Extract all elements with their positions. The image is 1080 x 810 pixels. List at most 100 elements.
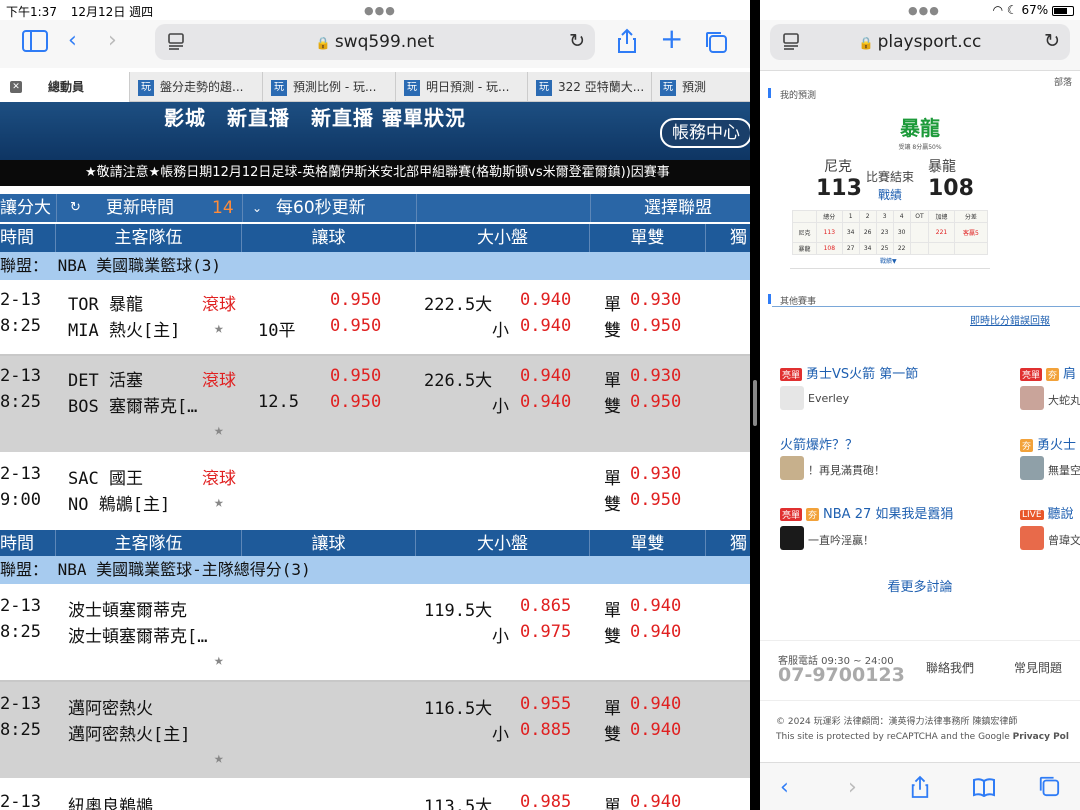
faq-link[interactable]: 常見問題	[1014, 659, 1062, 676]
share-icon[interactable]	[910, 775, 930, 805]
tab-4[interactable]: 玩 322 亞特蘭大...	[528, 72, 652, 102]
username[interactable]: 無量空	[1048, 462, 1080, 478]
refresh-label[interactable]: 更新時間	[106, 194, 174, 222]
tag-badge: 亮單	[780, 508, 803, 521]
avatar[interactable]	[1020, 526, 1044, 550]
odds-value[interactable]: 0.950	[630, 316, 681, 336]
favorite-star-icon[interactable]: ★	[214, 650, 224, 669]
odds-mode-label[interactable]: 讓分大	[0, 194, 51, 222]
odds-value[interactable]: 0.950	[330, 366, 381, 386]
refresh-icon[interactable]: ↻	[70, 194, 81, 222]
new-tab-icon[interactable]: +	[660, 25, 683, 53]
avatar[interactable]	[1020, 456, 1044, 480]
odds-value[interactable]: 0.930	[630, 366, 681, 386]
status-bar: 下午1:37 12月12日 週四	[6, 3, 163, 20]
username[interactable]: 大蛇丸	[1048, 392, 1080, 408]
post-title[interactable]: LIVE 聽說	[1020, 503, 1074, 522]
tab-label: 預測比例 - 玩...	[293, 80, 377, 94]
odds-value[interactable]: 0.940	[520, 290, 571, 310]
more-discussion-link[interactable]: 看更多討論	[760, 576, 1080, 595]
tabs-overview-icon[interactable]	[1038, 775, 1060, 803]
tab-5[interactable]: 玩預測	[652, 72, 750, 102]
favorite-star-icon[interactable]: ★	[214, 318, 224, 337]
odds-value[interactable]: 0.940	[630, 792, 681, 810]
tabs-overview-icon[interactable]	[704, 30, 728, 61]
tab-1[interactable]: 玩盤分走勢的趨...	[130, 72, 263, 102]
post-title[interactable]: 火箭爆炸？？	[780, 434, 858, 453]
address-bar[interactable]: 🔒 swq599.net ↻	[155, 24, 595, 60]
odds-value[interactable]: 0.950	[630, 392, 681, 412]
avatar[interactable]	[780, 526, 804, 550]
odds-value[interactable]: 0.940	[520, 366, 571, 386]
hotline-number[interactable]: 07-9700123	[778, 664, 905, 686]
odds-value[interactable]: 0.865	[520, 596, 571, 616]
reload-icon[interactable]: ↻	[1044, 30, 1060, 52]
tab-2[interactable]: 玩預測比例 - 玩...	[263, 72, 396, 102]
odds-value[interactable]: 0.985	[520, 792, 571, 810]
odds-value[interactable]: 0.940	[630, 694, 681, 714]
odds-value[interactable]: 0.940	[520, 316, 571, 336]
odds-value[interactable]: 0.975	[520, 622, 571, 642]
forward-icon[interactable]: ›	[108, 28, 117, 54]
post-title[interactable]: 亮單 勇士VS火箭 第一節	[780, 363, 918, 382]
tag-badge: 亮單	[780, 368, 803, 381]
username[interactable]: 曾瑋文	[1048, 532, 1080, 548]
post-title[interactable]: 亮單夯 NBA 27 如果我是囂狷	[780, 503, 953, 522]
multitask-dots[interactable]: ●●●	[908, 4, 940, 17]
split-divider[interactable]	[750, 0, 760, 810]
odds-value[interactable]: 0.940	[630, 596, 681, 616]
close-tab-icon[interactable]: ✕	[10, 81, 22, 93]
tab-3[interactable]: 玩明日預測 - 玩...	[396, 72, 528, 102]
username[interactable]: Everley	[808, 392, 849, 405]
username[interactable]: ！再見滿貫砲！	[808, 462, 885, 478]
banner-nav[interactable]: 影城 新直播 新直播 審單狀況	[164, 102, 466, 131]
corner-menu[interactable]: 部落	[1054, 75, 1072, 88]
account-center-button[interactable]: 帳務中心	[660, 118, 750, 148]
tab-label: 盤分走勢的趨...	[160, 80, 244, 94]
odds-value[interactable]: 0.940	[630, 720, 681, 740]
away-score: 113	[816, 176, 862, 201]
post-title[interactable]: 亮單夯肩	[1020, 363, 1076, 382]
avatar[interactable]	[780, 386, 804, 410]
odds-value[interactable]: 0.930	[630, 290, 681, 310]
score-error-report-link[interactable]: 即時比分錯誤回報	[970, 312, 1050, 327]
odds-value[interactable]: 0.930	[630, 464, 681, 484]
battery-icon	[1052, 5, 1074, 16]
contact-link[interactable]: 聯絡我們	[926, 659, 974, 676]
live-badge: 滾球	[202, 371, 236, 391]
favorite-star-icon[interactable]: ★	[214, 492, 224, 511]
odds-value[interactable]: 0.940	[630, 622, 681, 642]
record-link[interactable]: 戰績	[878, 186, 902, 203]
reload-icon[interactable]: ↻	[569, 30, 585, 52]
share-icon[interactable]	[616, 28, 638, 61]
avatar[interactable]	[1020, 386, 1044, 410]
multitask-dots[interactable]: ●●●	[364, 4, 396, 17]
post-title[interactable]: 夯勇火士	[1020, 434, 1076, 453]
chevron-down-icon[interactable]: ⌄	[252, 194, 262, 222]
back-icon[interactable]: ‹	[68, 28, 77, 54]
favorite-star-icon[interactable]: ★	[214, 748, 224, 767]
privacy-link[interactable]: Privacy Pol	[1013, 732, 1069, 742]
status-time: 下午1:37	[6, 5, 57, 19]
odds-value[interactable]: 0.940	[520, 392, 571, 412]
favorite-star-icon[interactable]: ★	[214, 420, 224, 439]
interval-select[interactable]: 每60秒更新	[276, 194, 366, 222]
sidebar-icon[interactable]	[22, 30, 48, 59]
forward-icon[interactable]: ›	[848, 775, 857, 800]
odds-value[interactable]: 0.950	[630, 490, 681, 510]
tab-0[interactable]: ✕ 總動員	[0, 72, 130, 102]
bookmarks-icon[interactable]	[972, 777, 996, 803]
back-icon[interactable]: ‹	[780, 775, 789, 800]
expand-record-link[interactable]: 戰績▼	[880, 256, 897, 265]
divider-handle[interactable]	[753, 380, 757, 426]
select-league-button[interactable]: 選擇聯盟	[644, 194, 712, 222]
odds-value[interactable]: 0.950	[330, 316, 381, 336]
address-bar[interactable]: 🔒 playsport.cc ↻	[770, 24, 1070, 60]
odds-value[interactable]: 0.885	[520, 720, 571, 740]
username[interactable]: 一直吟淫贏！	[808, 532, 874, 548]
table-row: 暴龍 108 27 34 25 22	[792, 242, 989, 255]
odds-value[interactable]: 0.955	[520, 694, 571, 714]
odds-value[interactable]: 0.950	[330, 392, 381, 412]
avatar[interactable]	[780, 456, 804, 480]
odds-value[interactable]: 0.950	[330, 290, 381, 310]
